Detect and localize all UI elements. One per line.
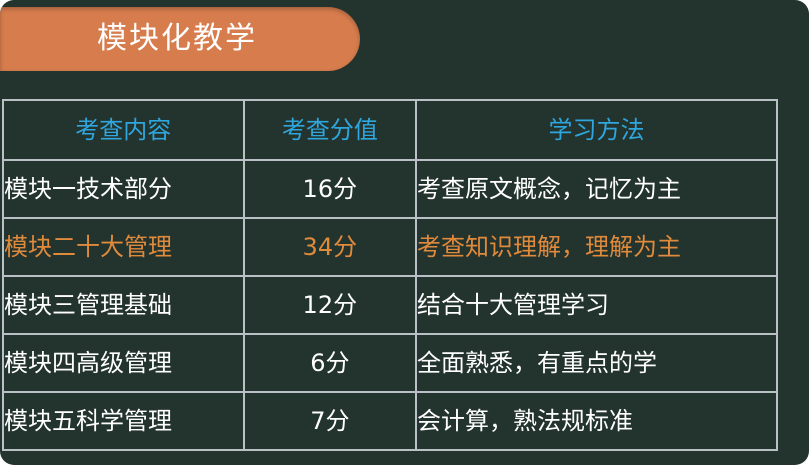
table-row: 模块四高级管理 6分 全面熟悉，有重点的学	[2, 333, 778, 393]
header-content: 考查内容	[2, 99, 245, 161]
study-method: 会计算，熟法规标准	[415, 391, 778, 451]
module-score: 7分	[242, 391, 418, 451]
module-name: 模块二十大管理	[2, 217, 245, 277]
study-method: 考查知识理解，理解为主	[415, 217, 778, 277]
study-method: 考查原文概念，记忆为主	[415, 159, 778, 219]
table-row-highlighted: 模块二十大管理 34分 考查知识理解，理解为主	[2, 217, 778, 277]
module-name: 模块三管理基础	[2, 275, 245, 335]
title-banner: 模块化教学	[0, 7, 360, 71]
module-score: 16分	[242, 159, 418, 219]
module-score: 6分	[242, 333, 418, 393]
header-method: 学习方法	[415, 99, 778, 161]
study-method: 全面熟悉，有重点的学	[415, 333, 778, 393]
module-score: 34分	[242, 217, 418, 277]
page-title: 模块化教学	[97, 21, 257, 56]
module-name: 模块一技术部分	[2, 159, 245, 219]
table-header-row: 考查内容 考查分值 学习方法	[2, 99, 778, 161]
header-score: 考查分值	[242, 99, 418, 161]
module-name: 模块四高级管理	[2, 333, 245, 393]
table-row: 模块五科学管理 7分 会计算，熟法规标准	[2, 391, 778, 451]
module-name: 模块五科学管理	[2, 391, 245, 451]
module-score: 12分	[242, 275, 418, 335]
table-row: 模块三管理基础 12分 结合十大管理学习	[2, 275, 778, 335]
chalkboard: 模块化教学 考查内容 考查分值 学习方法 模块一技术部分 16分 考查原文概念，…	[0, 0, 809, 465]
table-row: 模块一技术部分 16分 考查原文概念，记忆为主	[2, 159, 778, 219]
study-method: 结合十大管理学习	[415, 275, 778, 335]
module-table: 考查内容 考查分值 学习方法 模块一技术部分 16分 考查原文概念，记忆为主 模…	[2, 99, 778, 451]
